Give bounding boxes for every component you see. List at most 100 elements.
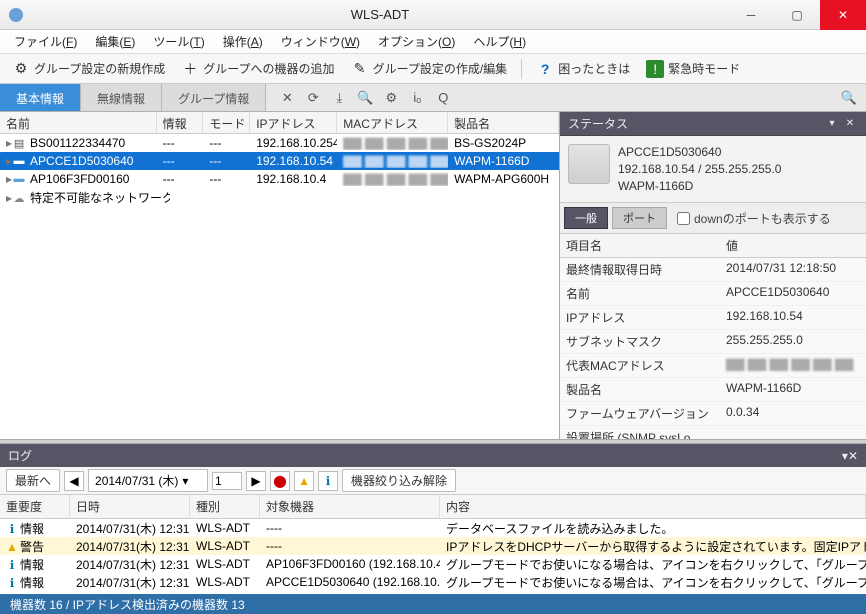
kv-value: APCCE1D5030640: [720, 282, 866, 305]
device-icon: ▤: [12, 136, 26, 150]
search-icon[interactable]: 🔍: [838, 87, 860, 109]
kv-value: WAPM-1166D: [720, 378, 866, 401]
new-group-label: グループ設定の新規作成: [34, 60, 165, 77]
log-prev-icon[interactable]: ◀: [64, 471, 84, 491]
menu-option[interactable]: オプション(O): [370, 30, 463, 53]
edit-group-button[interactable]: ✎ グループ設定の作成/編集: [345, 58, 514, 80]
gear-icon: ⚙: [12, 60, 30, 78]
app-icon: [6, 5, 26, 25]
log-error-filter-icon[interactable]: ⬤: [270, 471, 290, 491]
kv-header: 項目名 値: [560, 234, 866, 258]
menu-operate[interactable]: 操作(A): [215, 30, 271, 53]
tool-icon-7[interactable]: Q: [432, 87, 454, 109]
window-title: WLS-ADT: [32, 7, 728, 22]
log-header: ログ ▾ ✕: [0, 444, 866, 467]
col-ip[interactable]: IPアドレス: [250, 112, 337, 133]
log-panel: ログ ▾ ✕ 最新へ ◀ 2014/07/31 (木) ▾ ▶ ⬤ ▲ ℹ 機器…: [0, 444, 866, 594]
tool-icon-4[interactable]: 🔍: [354, 87, 376, 109]
tab-group[interactable]: グループ情報: [162, 84, 266, 111]
new-group-button[interactable]: ⚙ グループ設定の新規作成: [6, 58, 171, 80]
device-row[interactable]: ▸▬APCCE1D5030640 --- --- 192.168.10.54 ▇…: [0, 152, 559, 170]
logcol-msg[interactable]: 内容: [440, 495, 866, 518]
subtab-general[interactable]: 一般: [564, 207, 608, 229]
kv-key: 代表MACアドレス: [560, 354, 720, 377]
menu-help[interactable]: ヘルプ(H): [465, 30, 534, 53]
log-newest-button[interactable]: 最新へ: [6, 469, 60, 492]
down-port-checkbox[interactable]: [677, 212, 690, 225]
tool-icon-6[interactable]: iₒ: [406, 87, 428, 109]
device-row[interactable]: ▸▤BS001122334470 --- --- 192.168.10.254 …: [0, 134, 559, 152]
status-bar-text: 機器数 16 / IPアドレス検出済みの機器数 13: [10, 596, 245, 613]
device-list-panel: 名前 情報 モード IPアドレス MACアドレス 製品名 ▸▤BS0011223…: [0, 112, 560, 439]
log-close-icon[interactable]: ✕: [848, 449, 858, 463]
kv-row: ファームウェアバージョン 0.0.34: [560, 402, 866, 426]
col-mac[interactable]: MACアドレス: [337, 112, 448, 133]
menu-edit[interactable]: 編集(E): [87, 30, 143, 53]
down-port-checkbox-wrap[interactable]: downのポートも表示する: [677, 210, 831, 227]
plus-icon: ＋: [181, 60, 199, 78]
menu-tool[interactable]: ツール(T): [145, 30, 212, 53]
status-product: WAPM-1166D: [618, 178, 858, 195]
log-warn-filter-icon[interactable]: ▲: [294, 471, 314, 491]
logcol-date[interactable]: 日時: [70, 495, 190, 518]
subtab-port[interactable]: ポート: [612, 207, 667, 229]
kv-col-val[interactable]: 値: [720, 234, 866, 257]
log-filter-clear-button[interactable]: 機器絞り込み解除: [342, 469, 456, 492]
log-row[interactable]: ℹ情報 2014/07/31(木) 12:31:58 WLS-ADT AP106…: [0, 555, 866, 573]
kv-value: [720, 426, 866, 439]
maximize-button[interactable]: ▢: [774, 0, 820, 30]
col-mode[interactable]: モード: [203, 112, 250, 133]
close-button[interactable]: ✕: [820, 0, 866, 30]
log-row[interactable]: ▲警告 2014/07/31(木) 12:31:58 WLS-ADT ---- …: [0, 537, 866, 555]
log-info-filter-icon[interactable]: ℹ: [318, 471, 338, 491]
kv-col-key[interactable]: 項目名: [560, 234, 720, 257]
panel-pin-icon[interactable]: ▾: [824, 116, 840, 132]
tool-icon-3[interactable]: ⤓: [328, 87, 350, 109]
emergency-button[interactable]: ! 緊急時モード: [640, 58, 746, 80]
add-device-button[interactable]: ＋ グループへの機器の追加: [175, 58, 340, 80]
title-bar: WLS-ADT ─ ▢ ✕: [0, 0, 866, 30]
minimize-button[interactable]: ─: [728, 0, 774, 30]
tab-basic[interactable]: 基本情報: [0, 84, 81, 111]
trouble-button[interactable]: ? 困ったときは: [530, 58, 636, 80]
unknown-network-row[interactable]: ▸☁特定不可能なネットワーク: [0, 188, 559, 206]
kv-list: 項目名 値 最終情報取得日時 2014/07/31 12:18:50 名前 AP…: [560, 234, 866, 439]
log-spin-input[interactable]: [212, 472, 242, 490]
kv-row: 代表MACアドレス ▇▇ ▇▇ ▇▇ ▇▇ ▇▇ ▇▇: [560, 354, 866, 378]
tool-icon-1[interactable]: ✕: [276, 87, 298, 109]
log-date-field[interactable]: 2014/07/31 (木) ▾: [88, 469, 208, 492]
device-row[interactable]: ▸▬AP106F3FD00160 --- --- 192.168.10.4 ▇▇…: [0, 170, 559, 188]
tab-wireless[interactable]: 無線情報: [81, 84, 162, 111]
logcol-type[interactable]: 種別: [190, 495, 260, 518]
log-row[interactable]: ℹ情報 2014/07/31(木) 12:31:58 WLS-ADT APCCE…: [0, 573, 866, 591]
status-panel-header: ステータス ▾ ✕: [560, 112, 866, 136]
kv-row: IPアドレス 192.168.10.54: [560, 306, 866, 330]
status-name: APCCE1D5030640: [618, 144, 858, 161]
kv-value: 192.168.10.54: [720, 306, 866, 329]
log-next-icon[interactable]: ▶: [246, 471, 266, 491]
tool-icon-2[interactable]: ⟳: [302, 87, 324, 109]
col-info[interactable]: 情報: [157, 112, 204, 133]
logcol-tgt[interactable]: 対象機器: [260, 495, 440, 518]
panel-close-icon[interactable]: ✕: [842, 116, 858, 132]
log-row[interactable]: ℹ情報 2014/07/31(木) 12:31:58 WLS-ADT ---- …: [0, 519, 866, 537]
log-rows: ℹ情報 2014/07/31(木) 12:31:58 WLS-ADT ---- …: [0, 519, 866, 594]
cloud-icon: ☁: [12, 191, 26, 205]
col-name[interactable]: 名前: [0, 112, 157, 133]
kv-key: 製品名: [560, 378, 720, 401]
menu-window[interactable]: ウィンドウ(W): [273, 30, 368, 53]
tool-icon-5[interactable]: ⚙: [380, 87, 402, 109]
col-prod[interactable]: 製品名: [448, 112, 559, 133]
status-summary: APCCE1D5030640 192.168.10.54 / 255.255.2…: [560, 136, 866, 203]
logcol-sev[interactable]: 重要度: [0, 495, 70, 518]
trouble-label: 困ったときは: [558, 60, 630, 77]
menu-bar: ファイル(F) 編集(E) ツール(T) 操作(A) ウィンドウ(W) オプショ…: [0, 30, 866, 54]
menu-file[interactable]: ファイル(F): [6, 30, 85, 53]
status-panel-title: ステータス: [568, 115, 824, 132]
alert-icon: !: [646, 60, 664, 78]
log-columns: 重要度 日時 種別 対象機器 内容: [0, 495, 866, 519]
help-icon: ?: [536, 60, 554, 78]
main-toolbar: ⚙ グループ設定の新規作成 ＋ グループへの機器の追加 ✎ グループ設定の作成/…: [0, 54, 866, 84]
kv-key: サブネットマスク: [560, 330, 720, 353]
status-subtabs: 一般 ポート downのポートも表示する: [560, 203, 866, 234]
